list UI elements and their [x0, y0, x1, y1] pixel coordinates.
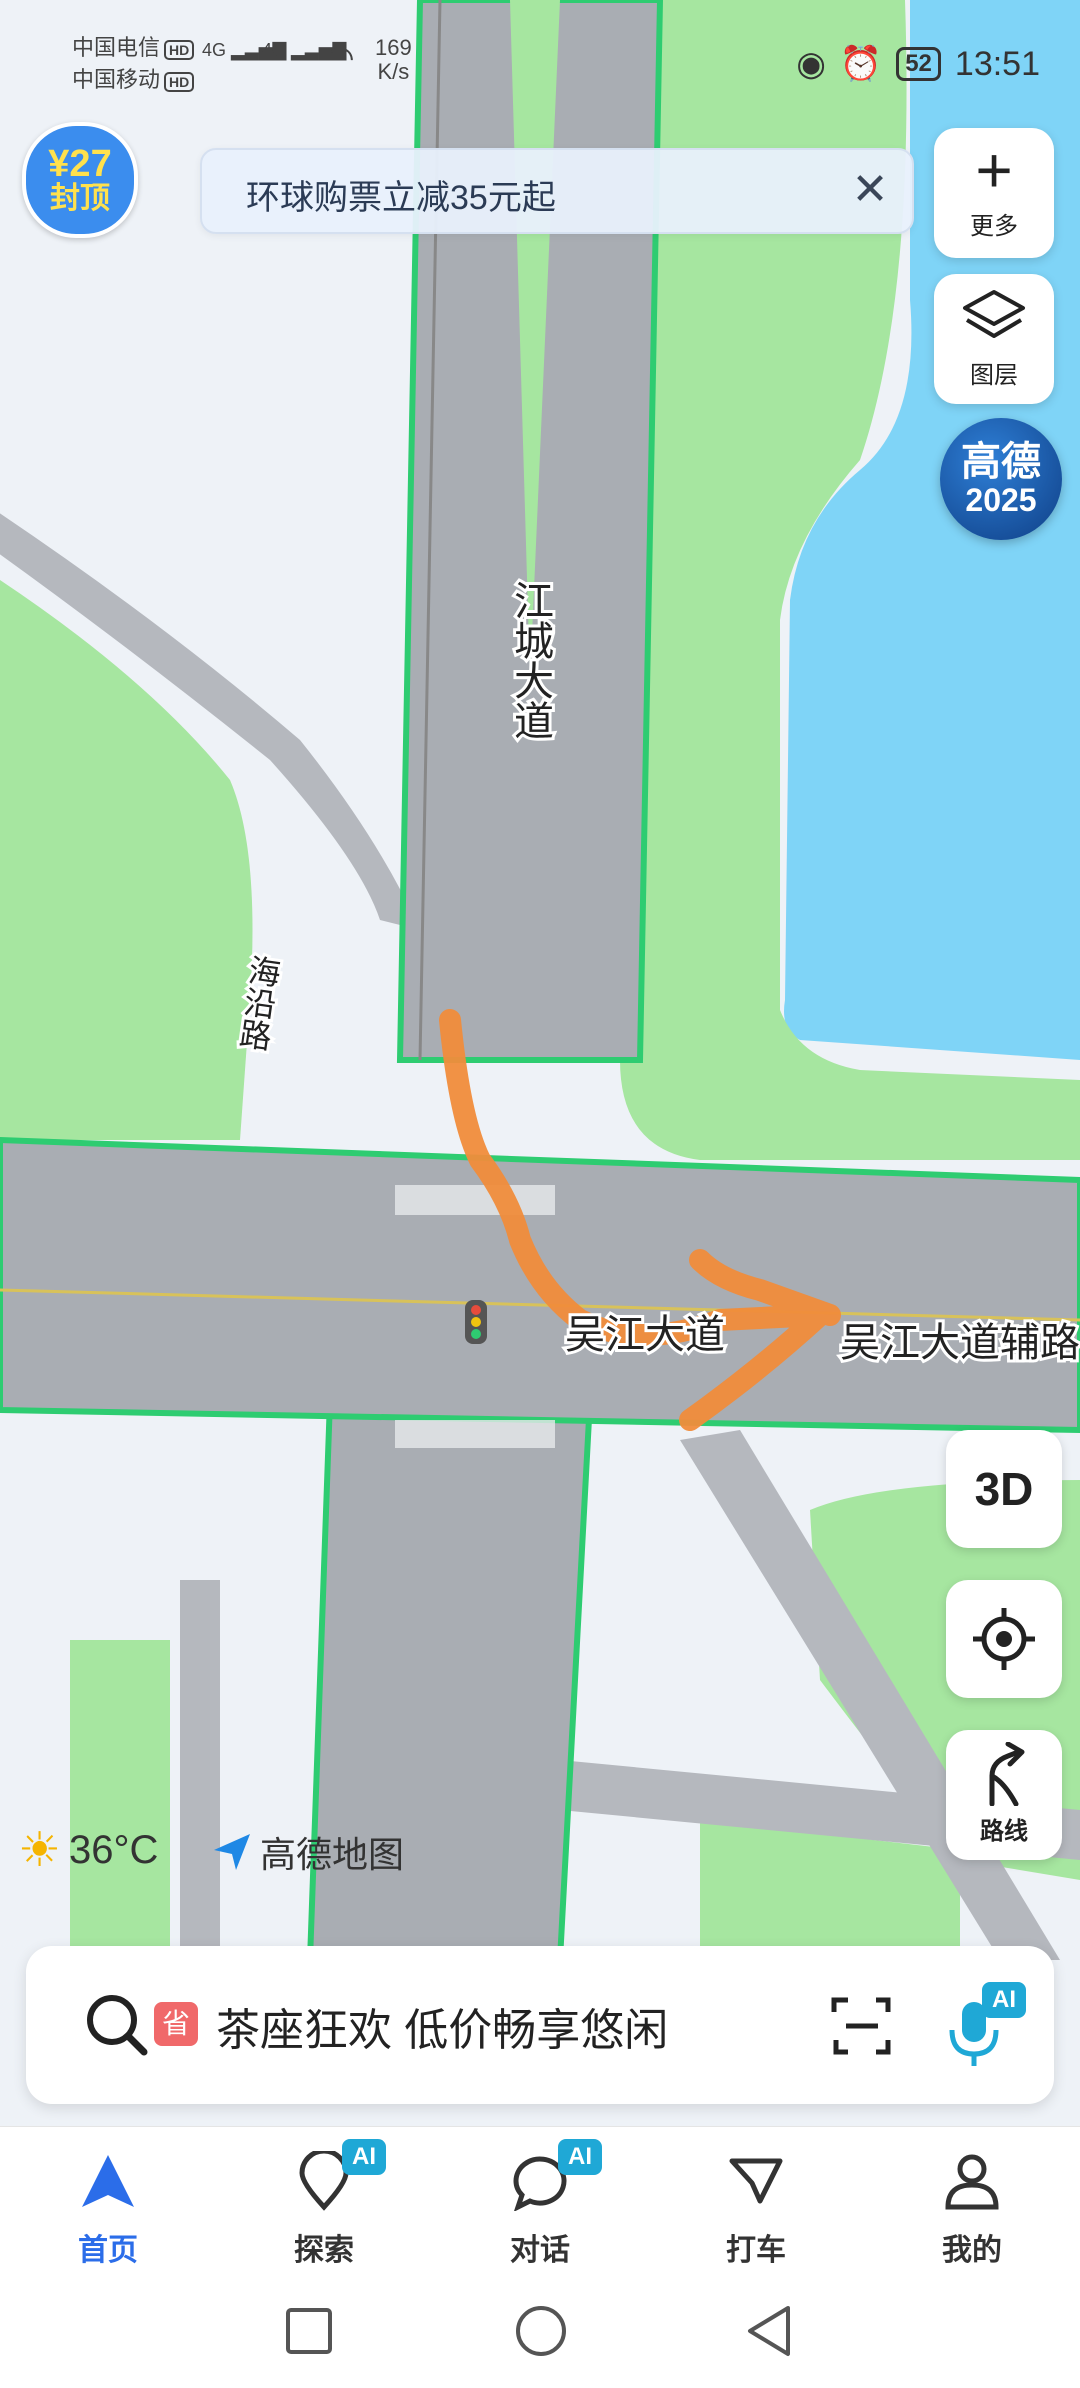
- time: 13:51: [954, 44, 1040, 83]
- road-label-north: 江城大道: [508, 580, 553, 740]
- weather-widget[interactable]: ☀ 36°C: [18, 1822, 158, 1878]
- voice-ai-button[interactable]: AI: [942, 1982, 1032, 2072]
- status-right: ◉ ⏰ 52 13:51: [796, 44, 1040, 84]
- ticket-promo-banner[interactable]: 环球购票立减35元起 ✕: [200, 148, 914, 234]
- carrier-1: 中国电信: [72, 35, 161, 60]
- layers-icon: [963, 290, 1025, 338]
- view-3d-button[interactable]: 3D: [946, 1430, 1062, 1548]
- tab-home[interactable]: 首页: [38, 2127, 178, 2275]
- tab-profile[interactable]: 我的: [902, 2127, 1042, 2275]
- eye-icon: ◉: [796, 45, 826, 83]
- layers-label: 图层: [970, 362, 1018, 389]
- tab-explore-label: 探索: [294, 2234, 354, 2267]
- taxi-arrow-icon: [729, 2158, 783, 2204]
- tab-explore[interactable]: AI 探索: [254, 2127, 394, 2275]
- network-speed: 169 K/s: [375, 35, 412, 84]
- crosswalk-s: [395, 1420, 555, 1448]
- back-triangle-icon[interactable]: [744, 2304, 794, 2358]
- locate-icon: [973, 1608, 1035, 1670]
- hd-badge-1: HD: [164, 40, 195, 60]
- banner-text: 环球购票立减35元起: [246, 179, 556, 217]
- province-tag: 省: [154, 2002, 198, 2046]
- search-bar[interactable]: 省 茶座狂欢 低价畅享悠闲 AI: [26, 1946, 1054, 2104]
- person-icon: [945, 2154, 999, 2210]
- crosswalk-n: [395, 1185, 555, 1215]
- tab-chat[interactable]: AI 对话: [470, 2127, 610, 2275]
- event-line2: 2025: [965, 482, 1037, 518]
- sun-icon: ☀: [18, 1824, 62, 1877]
- bottom-tab-bar: 首页 AI 探索 AI 对话 打车 我的: [0, 2126, 1080, 2275]
- chat-ai-badge: AI: [558, 2139, 602, 2175]
- battery-indicator: 52: [896, 47, 941, 81]
- promo-line1: ¥27: [48, 143, 112, 185]
- locate-button[interactable]: [946, 1580, 1062, 1698]
- carrier-info: 中国电信 HD 中国移动 HD: [72, 32, 195, 96]
- temperature: 36°C: [69, 1827, 159, 1872]
- ai-badge: AI: [982, 1982, 1026, 2018]
- amap-logo: 高德地图: [210, 1826, 404, 1878]
- scan-icon[interactable]: [830, 1994, 894, 2058]
- alarm-icon: ⏰: [839, 45, 883, 83]
- banner-close-button[interactable]: ✕: [842, 162, 898, 218]
- more-button[interactable]: + 更多: [934, 128, 1054, 258]
- amap-logo-icon: [214, 1834, 250, 1870]
- tab-profile-label: 我的: [942, 2234, 1002, 2267]
- route-arrow-icon: [989, 1741, 1025, 1807]
- home-arrow-icon: [82, 2155, 134, 2207]
- tab-taxi-label: 打车: [726, 2234, 786, 2267]
- search-icon: [87, 1995, 148, 2056]
- layers-button[interactable]: 图层: [934, 274, 1054, 404]
- event-2025-badge[interactable]: 高德 2025: [940, 418, 1062, 540]
- more-label: 更多: [970, 213, 1018, 240]
- promo-line2: 封顶: [50, 182, 110, 215]
- route-label: 路线: [980, 1818, 1028, 1845]
- road-label-aux: 吴江大道辅路: [840, 1321, 1080, 1365]
- home-circle-icon[interactable]: [514, 2304, 568, 2358]
- wifi-icon: ◠: [325, 39, 355, 77]
- system-nav-bar: [0, 2274, 1080, 2388]
- road-label-main: 吴江大道: [565, 1313, 725, 1357]
- explore-ai-badge: AI: [342, 2139, 386, 2175]
- hd-badge-2: HD: [164, 72, 195, 92]
- carrier-2: 中国移动: [72, 67, 161, 92]
- road-small-sw: [180, 1580, 220, 1960]
- route-button[interactable]: 路线: [946, 1730, 1062, 1860]
- plus-icon: +: [975, 134, 1013, 206]
- promo-badge[interactable]: ¥27 封顶: [22, 122, 138, 238]
- green-area-sw: [70, 1640, 170, 1960]
- status-bar: 中国电信 HD 中国移动 HD 4G ▂▃▅▇ 4G ▂▃▅▇ ◠ 169 K/s …: [0, 0, 1080, 120]
- event-line1: 高德: [961, 440, 1041, 484]
- tab-taxi[interactable]: 打车: [686, 2127, 826, 2275]
- tab-chat-label: 对话: [510, 2234, 570, 2267]
- logo-text: 高德地图: [260, 1834, 405, 1875]
- search-placeholder: 茶座狂欢 低价畅享悠闲: [216, 2006, 669, 2055]
- tab-home-label: 首页: [78, 2234, 138, 2267]
- recents-icon[interactable]: [284, 2306, 334, 2356]
